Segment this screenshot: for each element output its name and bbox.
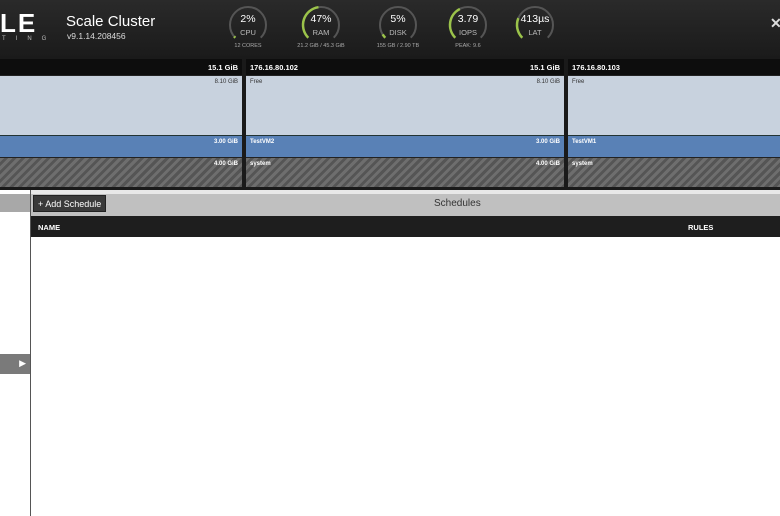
node-column-2[interactable]: 176.16.80.102 15.1 GiB Free 8.10 GiB Tes… xyxy=(246,59,564,187)
cpu-gauge-label: CPU xyxy=(240,28,256,37)
free-segment: Free xyxy=(568,75,780,135)
node-storage-panel: 15.1 GiB 8.10 GiB 3.00 GiB 4.00 GiB 176.… xyxy=(0,56,780,190)
free-segment: 8.10 GiB xyxy=(0,75,242,135)
system-segment: 4.00 GiB xyxy=(0,157,242,187)
column-header-name[interactable]: NAME xyxy=(38,223,60,232)
cpu-gauge-detail: 12 CORES xyxy=(234,43,262,49)
schedules-table-header: NAME RULES xyxy=(31,216,780,237)
node-column-1[interactable]: 15.1 GiB 8.10 GiB 3.00 GiB 4.00 GiB xyxy=(0,59,242,187)
system-size: 4.00 GiB xyxy=(213,161,238,167)
vm-label: TestVM2 xyxy=(250,139,275,145)
free-size: 8.10 GiB xyxy=(214,79,238,85)
schedules-toolbar: + Add Schedule Schedules xyxy=(31,190,780,216)
ram-gauge-label: RAM xyxy=(312,28,330,37)
iops-gauge-label: IOPS xyxy=(459,28,477,37)
latency-gauge[interactable]: 413µs LAT xyxy=(513,3,557,47)
top-header: LE TING Scale Cluster v9.1.14.208456 2% … xyxy=(0,0,780,56)
node-header: 176.16.80.103 xyxy=(568,59,780,75)
free-label: Free xyxy=(572,79,585,85)
iops-gauge-detail: PEAK: 9.6 xyxy=(455,43,481,49)
latency-gauge-value: 413µs xyxy=(520,13,550,25)
node-capacity: 15.1 GiB xyxy=(207,63,238,72)
schedules-table-body xyxy=(31,237,780,516)
schedules-title: Schedules xyxy=(434,198,481,209)
system-label: system xyxy=(572,161,593,167)
disk-gauge-label: DISK xyxy=(389,28,407,37)
cpu-gauge-ring xyxy=(229,6,267,39)
node-ip: 176.16.80.102 xyxy=(250,63,298,72)
cpu-gauge[interactable]: 2% CPU xyxy=(226,3,270,47)
free-label: Free xyxy=(250,79,263,85)
vm-segment[interactable]: TestVM2 3.00 GiB xyxy=(246,135,564,157)
disk-gauge-value: 5% xyxy=(390,13,406,25)
vm-size: 3.00 GiB xyxy=(213,139,238,145)
sidebar-header xyxy=(0,194,30,212)
node-header: 15.1 GiB xyxy=(0,59,242,75)
node-capacity: 15.1 GiB xyxy=(529,63,560,72)
brand-logo-subtext: TING xyxy=(2,36,57,42)
node-column-3[interactable]: 176.16.80.103 Free TestVM1 system xyxy=(568,59,780,187)
node-ip: 176.16.80.103 xyxy=(572,63,620,72)
latency-gauge-ring xyxy=(515,6,554,39)
left-sidebar: ▶ xyxy=(0,190,31,516)
disk-gauge[interactable]: 5% DISK xyxy=(376,3,420,47)
ram-gauge-ring xyxy=(301,5,340,39)
ram-gauge-value: 47% xyxy=(310,13,332,25)
system-label: system xyxy=(250,161,271,167)
cluster-version: v9.1.14.208456 xyxy=(67,31,126,41)
free-size: 8.10 GiB xyxy=(536,79,560,85)
sidebar-expand-button[interactable]: ▶ xyxy=(0,354,30,374)
brand-logo: LE xyxy=(0,8,38,38)
system-segment: system 4.00 GiB xyxy=(246,157,564,187)
cpu-gauge-value: 2% xyxy=(240,13,256,25)
free-segment: Free 8.10 GiB xyxy=(246,75,564,135)
add-schedule-button[interactable]: + Add Schedule xyxy=(33,195,107,212)
iops-gauge-value: 3.79 xyxy=(457,13,479,25)
vm-label: TestVM1 xyxy=(572,139,597,145)
disk-gauge-detail: 155 GB / 2.90 TB xyxy=(376,43,420,49)
system-size: 4.00 GiB xyxy=(535,161,560,167)
vm-segment[interactable]: TestVM1 xyxy=(568,135,780,157)
play-arrow-icon: ▶ xyxy=(19,358,26,368)
close-icon[interactable]: ✕ xyxy=(770,15,780,32)
vm-segment[interactable]: 3.00 GiB xyxy=(0,135,242,157)
system-segment: system xyxy=(568,157,780,187)
disk-gauge-ring xyxy=(379,6,417,39)
iops-gauge-ring xyxy=(448,6,487,39)
vm-size: 3.00 GiB xyxy=(535,139,560,145)
ram-gauge[interactable]: 47% RAM xyxy=(299,3,343,47)
ram-gauge-detail: 21.2 GiB / 45.3 GiB xyxy=(297,43,345,49)
app-root: LE TING Scale Cluster v9.1.14.208456 2% … xyxy=(0,0,780,516)
node-header: 176.16.80.102 15.1 GiB xyxy=(246,59,564,75)
column-header-rules[interactable]: RULES xyxy=(688,223,713,232)
latency-gauge-label: LAT xyxy=(528,28,542,37)
cluster-title: Scale Cluster xyxy=(66,13,156,30)
iops-gauge[interactable]: 3.79 IOPS xyxy=(446,3,490,47)
